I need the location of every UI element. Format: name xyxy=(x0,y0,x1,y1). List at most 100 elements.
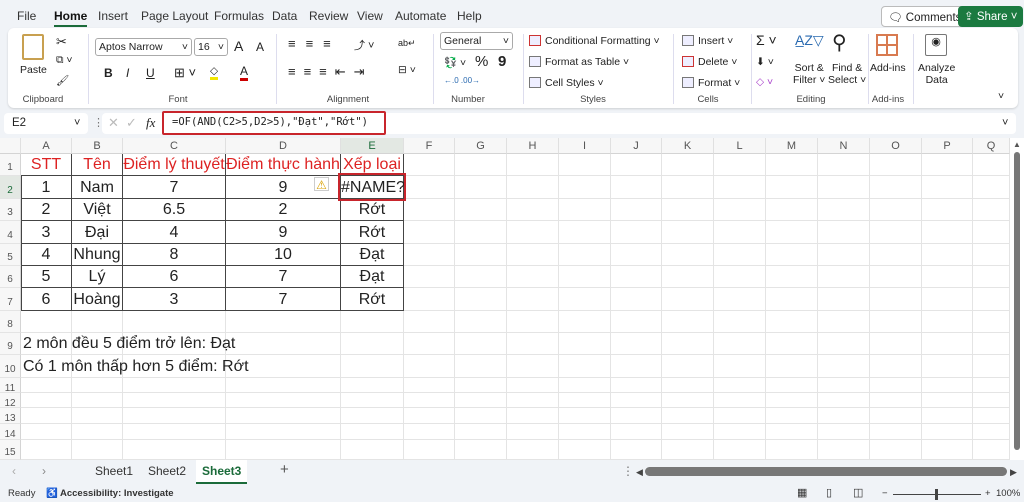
grid-cell[interactable] xyxy=(766,266,818,288)
grid-cell[interactable] xyxy=(922,311,973,333)
grid-cell[interactable] xyxy=(714,199,766,221)
analyze-data-button[interactable]: Analyze Data xyxy=(918,62,955,86)
table-cell[interactable]: Rớt xyxy=(341,221,404,244)
grid-cell[interactable] xyxy=(404,288,455,311)
grid-cell[interactable] xyxy=(455,221,507,244)
grid-cell[interactable] xyxy=(611,393,662,408)
grid-cell[interactable] xyxy=(507,221,559,244)
grid-cell[interactable] xyxy=(455,266,507,288)
decimal-icons[interactable]: ←.0 .00→ xyxy=(444,76,480,85)
tab-view[interactable]: View xyxy=(357,9,383,23)
vertical-scroll-thumb[interactable] xyxy=(1014,152,1020,450)
grid-cell[interactable] xyxy=(766,424,818,440)
grid-cell[interactable] xyxy=(404,311,455,333)
grid-cell[interactable] xyxy=(714,355,766,378)
row-header[interactable]: 14 xyxy=(0,424,21,440)
grid-cell[interactable] xyxy=(662,355,714,378)
copy-icon[interactable]: ⧉ ˅ xyxy=(56,54,73,67)
grid-cell[interactable] xyxy=(226,408,341,424)
table-cell[interactable]: 1 xyxy=(21,176,72,199)
fill-color-icon[interactable]: ◇ xyxy=(210,65,219,80)
grid-cell[interactable] xyxy=(404,378,455,393)
row-header[interactable]: 11 xyxy=(0,378,21,394)
grid-cell[interactable] xyxy=(973,311,1010,333)
decrease-font-button[interactable]: A xyxy=(256,40,264,54)
table-header-cell[interactable]: Tên xyxy=(72,154,123,176)
grid-cell[interactable] xyxy=(766,408,818,424)
tab-page-layout[interactable]: Page Layout xyxy=(141,9,208,23)
grid-cell[interactable] xyxy=(662,311,714,333)
grid-cell[interactable] xyxy=(559,221,611,244)
share-button[interactable]: ⇪ Share ˅ xyxy=(958,6,1024,27)
grid-cell[interactable] xyxy=(226,378,341,393)
grid-cell[interactable] xyxy=(714,244,766,266)
grid-cell[interactable] xyxy=(559,440,611,460)
grid-cell[interactable] xyxy=(455,408,507,424)
grid-cell[interactable] xyxy=(559,378,611,393)
table-cell[interactable]: 2 xyxy=(226,199,341,221)
grid-cell[interactable] xyxy=(922,176,973,199)
grid-cell[interactable] xyxy=(72,378,123,393)
grid-cell[interactable] xyxy=(818,333,870,355)
column-header[interactable]: D xyxy=(226,138,341,154)
grid-cell[interactable] xyxy=(818,408,870,424)
grid-cell[interactable] xyxy=(226,311,341,333)
grid-cell[interactable] xyxy=(507,440,559,460)
grid-cell[interactable] xyxy=(404,176,455,199)
underline-button[interactable]: U xyxy=(146,66,155,80)
grid-cell[interactable] xyxy=(973,424,1010,440)
tab-automate[interactable]: Automate xyxy=(395,9,446,23)
grid-cell[interactable] xyxy=(507,288,559,311)
page-break-view-icon[interactable]: ◫ xyxy=(853,486,863,499)
grid-cell[interactable] xyxy=(818,176,870,199)
grid-cell[interactable] xyxy=(973,199,1010,221)
zoom-in-button[interactable]: + xyxy=(985,488,991,499)
comments-button[interactable]: 🗨 Comments xyxy=(881,6,969,27)
grid-cell[interactable] xyxy=(611,333,662,355)
grid-cell[interactable] xyxy=(818,355,870,378)
grid-cell[interactable] xyxy=(559,288,611,311)
grid-cell[interactable] xyxy=(507,311,559,333)
font-size-select[interactable]: 16 ˅ xyxy=(194,38,228,56)
grid-cell[interactable] xyxy=(818,424,870,440)
grid-cell[interactable] xyxy=(404,355,455,378)
enter-icon[interactable]: ✓ xyxy=(126,115,137,131)
warning-icon[interactable]: ⚠ xyxy=(314,177,329,192)
paste-icon[interactable] xyxy=(22,34,44,60)
grid-cell[interactable] xyxy=(341,378,404,393)
table-cell[interactable]: 4 xyxy=(123,221,226,244)
table-cell[interactable]: 6 xyxy=(123,266,226,288)
grid-cell[interactable] xyxy=(72,408,123,424)
grid-cell[interactable] xyxy=(611,221,662,244)
grid-cell[interactable] xyxy=(973,378,1010,393)
grid-cell[interactable] xyxy=(21,424,72,440)
table-cell[interactable]: Đạt xyxy=(341,266,404,288)
sort-filter-button[interactable]: Sort & Filter ˅ xyxy=(793,62,825,86)
sheet-tab-sheet2[interactable]: Sheet2 xyxy=(148,464,186,478)
currency-icon[interactable]: 💱 ˅ xyxy=(444,56,466,69)
grid-cell[interactable] xyxy=(21,393,72,408)
column-header[interactable]: N xyxy=(818,138,870,154)
table-cell[interactable]: 7 xyxy=(226,288,341,311)
grid-cell[interactable] xyxy=(226,424,341,440)
grid-cell[interactable] xyxy=(714,378,766,393)
grid-cell[interactable] xyxy=(714,221,766,244)
grid-cell[interactable] xyxy=(766,288,818,311)
grid-cell[interactable] xyxy=(455,424,507,440)
number-format-select[interactable]: General ˅ xyxy=(440,32,513,50)
grid-cell[interactable] xyxy=(611,266,662,288)
grid-cell[interactable] xyxy=(662,408,714,424)
grid-cell[interactable] xyxy=(559,244,611,266)
table-cell[interactable]: 3 xyxy=(123,288,226,311)
page-layout-view-icon[interactable]: ▯ xyxy=(826,486,832,499)
scroll-up-icon[interactable]: ▲ xyxy=(1013,140,1021,149)
grid-cell[interactable] xyxy=(766,440,818,460)
grid-cell[interactable] xyxy=(922,221,973,244)
increase-font-button[interactable]: A xyxy=(234,38,243,54)
tab-formulas[interactable]: Formulas xyxy=(214,9,264,23)
format-cells-button[interactable]: Format ˅ xyxy=(682,77,740,89)
grid-cell[interactable] xyxy=(455,244,507,266)
grid-cell[interactable] xyxy=(611,440,662,460)
grid-cell[interactable] xyxy=(714,176,766,199)
grid-cell[interactable] xyxy=(818,244,870,266)
